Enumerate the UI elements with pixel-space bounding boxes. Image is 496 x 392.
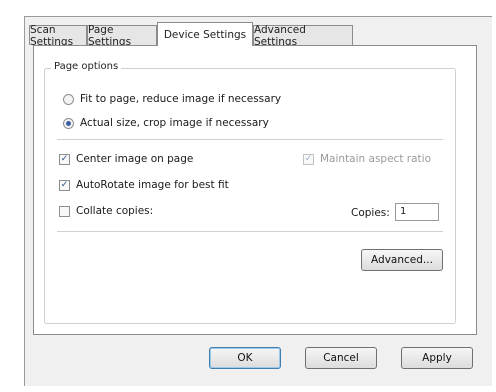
dialog-window: Scan Settings Page Settings Device Setti… xyxy=(24,16,492,386)
center-image-option[interactable]: ✓ Center image on page xyxy=(59,153,193,165)
advanced-button[interactable]: Advanced... xyxy=(361,249,443,271)
collate-checkbox[interactable] xyxy=(59,205,70,217)
copies-input[interactable]: 1 xyxy=(395,203,439,221)
page-options-group: Page options Fit to page, reduce image i… xyxy=(44,61,456,324)
cancel-button[interactable]: Cancel xyxy=(305,347,377,369)
apply-button[interactable]: Apply xyxy=(401,347,473,369)
fit-to-page-radio[interactable] xyxy=(63,93,74,105)
autorotate-option[interactable]: ✓ AutoRotate image for best fit xyxy=(59,179,229,191)
collate-option[interactable]: Collate copies: xyxy=(59,205,153,217)
tab-page-settings[interactable]: Page Settings xyxy=(87,24,157,48)
center-image-label: Center image on page xyxy=(76,153,194,165)
separator xyxy=(57,231,443,232)
maintain-aspect-checkbox: ✓ xyxy=(303,153,314,165)
actual-size-label: Actual size, crop image if necessary xyxy=(80,117,269,129)
center-image-checkbox[interactable]: ✓ xyxy=(59,153,70,165)
ok-button[interactable]: OK xyxy=(209,347,281,369)
tab-advanced-settings[interactable]: Advanced Settings xyxy=(253,24,353,48)
actual-size-radio[interactable] xyxy=(63,117,74,129)
autorotate-label: AutoRotate image for best fit xyxy=(76,179,229,191)
tab-panel: Page options Fit to page, reduce image i… xyxy=(33,45,477,335)
copies-label: Copies: xyxy=(351,207,390,219)
fit-to-page-label: Fit to page, reduce image if necessary xyxy=(80,93,282,105)
maintain-aspect-label: Maintain aspect ratio xyxy=(320,153,431,165)
tab-device-settings[interactable]: Device Settings xyxy=(157,22,253,46)
separator xyxy=(57,139,443,140)
fit-to-page-option[interactable]: Fit to page, reduce image if necessary xyxy=(63,93,281,105)
maintain-aspect-option: ✓ Maintain aspect ratio xyxy=(303,153,431,165)
page-options-legend: Page options xyxy=(51,61,122,72)
collate-label: Collate copies: xyxy=(76,205,154,217)
actual-size-option[interactable]: Actual size, crop image if necessary xyxy=(63,117,269,129)
tab-scan-settings[interactable]: Scan Settings xyxy=(29,24,87,48)
autorotate-checkbox[interactable]: ✓ xyxy=(59,179,70,191)
